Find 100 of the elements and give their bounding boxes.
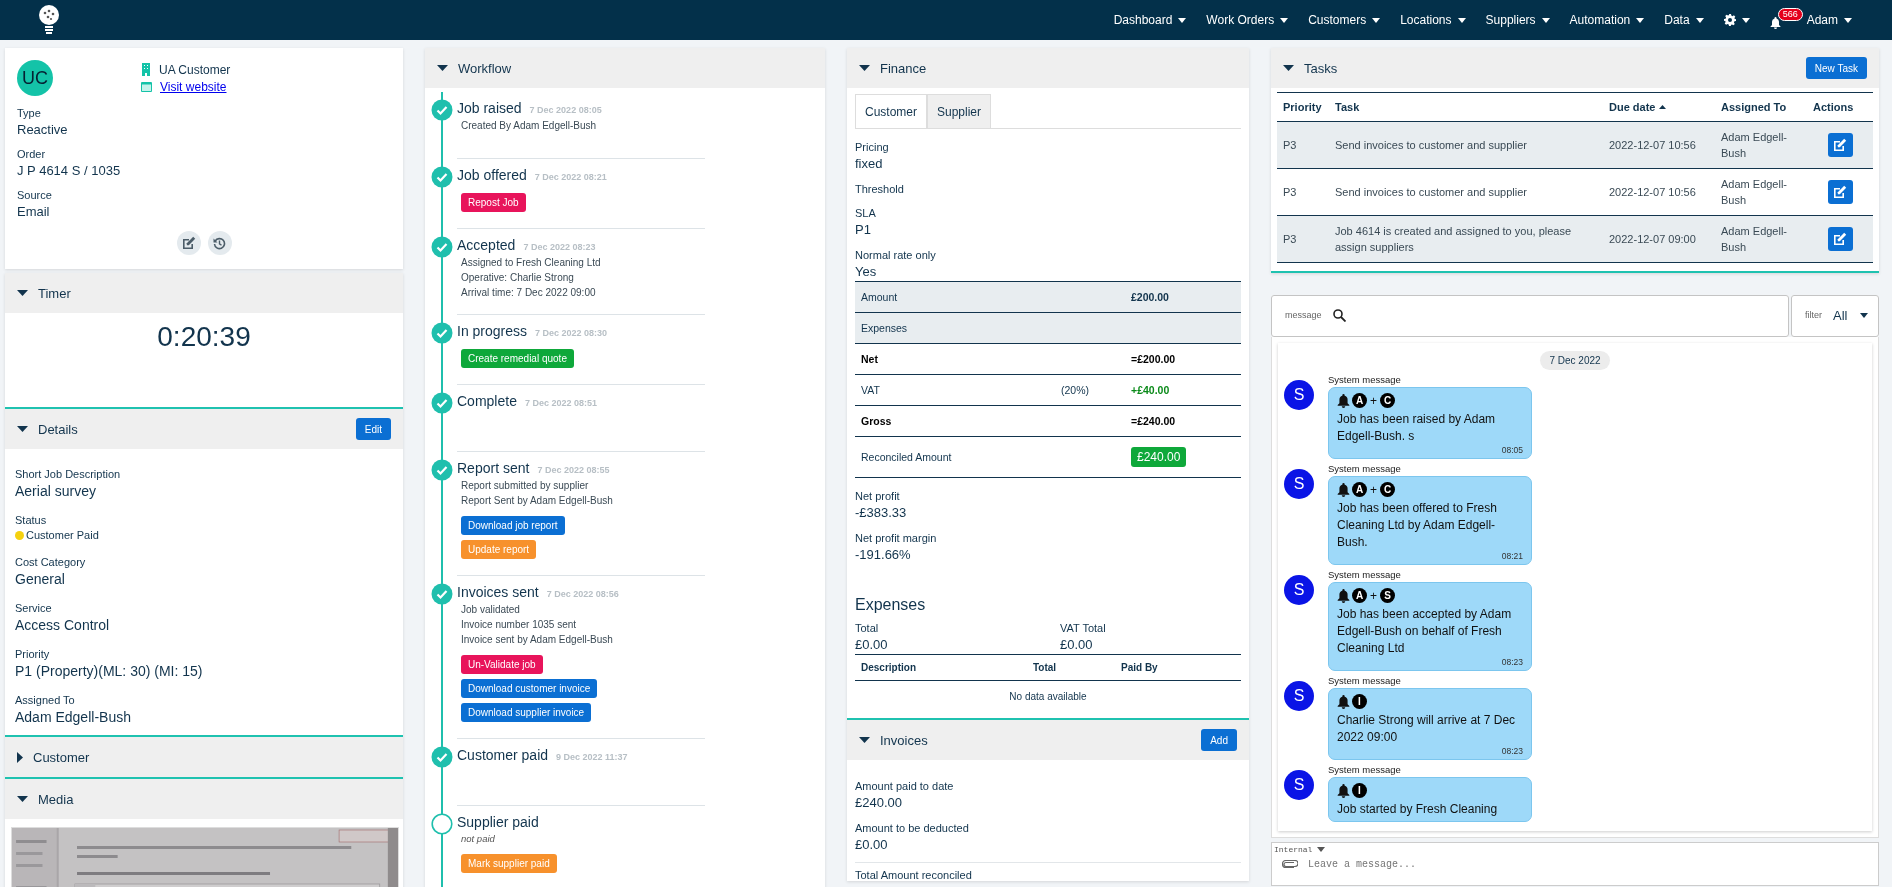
caret-down-icon [1844, 17, 1852, 23]
add-button[interactable]: Add [1201, 729, 1237, 751]
finance-tab[interactable]: Customer [855, 94, 927, 128]
section-header[interactable]: Invoices Add [847, 718, 1249, 760]
nav-menu[interactable]: Dashboard [1113, 9, 1187, 31]
message-composer[interactable]: Internal Leave a message... [1271, 842, 1879, 886]
field-label: Net profit margin [855, 532, 938, 544]
step-action-button[interactable]: Un-Validate job [461, 655, 543, 674]
field-label: Threshold [855, 183, 905, 195]
edit-button[interactable] [1827, 180, 1853, 204]
edit-icon [1833, 232, 1847, 246]
section-header[interactable]: Finance [847, 48, 1249, 88]
field-label: Cost Category [15, 556, 87, 568]
column-header[interactable]: Priority [1277, 92, 1329, 122]
circled-letter: I [1352, 694, 1367, 709]
amount-value: £200.00 [1131, 291, 1170, 303]
step-detail: Report submitted by supplier [461, 480, 590, 491]
edit-button[interactable]: Edit [355, 418, 391, 440]
caret-down-icon [1317, 847, 1326, 852]
edit-button[interactable] [176, 231, 201, 255]
row-label: Reconciled Amount [861, 451, 953, 463]
amount-value: =£240.00 [1131, 415, 1177, 427]
edit-button[interactable] [1827, 133, 1853, 157]
sender-avatar: S [1284, 575, 1314, 605]
bell-icon [1337, 588, 1350, 603]
step-action-button[interactable]: Download supplier invoice [461, 703, 592, 722]
nav-menu[interactable]: Data [1664, 9, 1704, 31]
nav-menu[interactable]: Customers [1308, 9, 1381, 31]
nav-menu[interactable]: Suppliers [1485, 9, 1550, 31]
circled-letter: A [1352, 482, 1367, 497]
table-cell: 2022-12-07 10:56 [1603, 168, 1715, 216]
caret-down-icon[interactable] [17, 426, 28, 432]
field-value: Email [17, 204, 51, 219]
caret-down-icon[interactable] [859, 737, 870, 743]
nav-menu[interactable]: Automation [1569, 9, 1645, 31]
section-header[interactable]: Media [5, 777, 403, 819]
new-task-button[interactable]: New Task [1805, 57, 1867, 79]
column-header[interactable]: Task [1329, 92, 1603, 122]
section-header[interactable]: Tasks New Task [1271, 48, 1879, 88]
table-cell: 2022-12-07 10:56 [1603, 121, 1715, 169]
caret-down-icon[interactable] [859, 65, 870, 71]
caret-down-icon[interactable] [17, 290, 28, 296]
history-button[interactable] [207, 231, 232, 255]
field-label: Order [17, 148, 47, 160]
channel-dropdown[interactable]: Internal [1272, 843, 1328, 856]
caret-down-icon[interactable] [437, 65, 448, 71]
field-label: VAT Total [1060, 622, 1107, 634]
message-time: 08:23 [1500, 746, 1523, 756]
column-header[interactable]: Assigned To [1715, 92, 1807, 122]
notifications-button[interactable]: 566 [1769, 8, 1803, 32]
bell-icon [1769, 17, 1781, 29]
column-header[interactable]: Actions [1807, 92, 1873, 122]
field-value: fixed [855, 156, 884, 171]
nav-menu[interactable]: Work Orders [1206, 9, 1289, 31]
nav-menu[interactable]: Adam [1806, 9, 1852, 31]
sender-avatar: S [1284, 469, 1314, 499]
step-date: 7 Dec 2022 08:30 [535, 328, 608, 338]
caret-down-icon [1457, 17, 1466, 23]
field-label: Normal rate only [855, 249, 937, 261]
bell-icon [1337, 482, 1350, 497]
field-value: £240.00 [855, 795, 903, 810]
sender-name: System message [1328, 675, 1402, 686]
caret-down-icon [1860, 312, 1868, 318]
message-time: 08:23 [1500, 657, 1523, 667]
finance-tab[interactable]: Supplier [927, 94, 992, 128]
filter-select[interactable]: filter All [1791, 295, 1879, 337]
field-label: Amount to be deducted [855, 822, 970, 834]
section-header[interactable]: Customer [5, 735, 403, 777]
column-header: Total [1033, 662, 1058, 673]
field-label: Priority [15, 648, 51, 660]
caret-right-icon[interactable] [17, 751, 23, 763]
message-text: Job has been offered to Fresh Cleaning Ltd by Adam Edgell-Bush. [1337, 500, 1498, 551]
step-title: Job offered [457, 167, 527, 183]
section-title: Media [38, 791, 74, 807]
caret-down-icon[interactable] [17, 796, 28, 802]
sender-name: System message [1328, 463, 1402, 474]
section-title: Customer [33, 749, 90, 765]
section-header[interactable]: Workflow [425, 48, 825, 88]
website-link[interactable]: Visit website [160, 79, 227, 94]
row-label: VAT [861, 384, 881, 396]
column-header[interactable]: Due date [1603, 92, 1715, 122]
step-date: 9 Dec 2022 11:37 [556, 752, 628, 762]
field-label: Source [17, 189, 53, 201]
step-action-button[interactable]: Repost Job [461, 193, 526, 212]
sender-avatar: S [1284, 681, 1314, 711]
nav-menu[interactable]: Locations [1400, 9, 1466, 31]
field-value: J P 4614 S / 1035 [17, 163, 122, 178]
step-title: Supplier paid [457, 814, 539, 830]
step-action-button[interactable]: Download job report [461, 516, 565, 535]
caret-down-icon [1372, 17, 1381, 23]
edit-icon [181, 236, 196, 250]
section-header[interactable]: Details Edit [5, 407, 403, 449]
step-detail: Report Sent by Adam Edgell-Bush [461, 495, 614, 506]
edit-button[interactable] [1827, 227, 1853, 251]
section-header[interactable]: Timer [5, 273, 403, 313]
field-label: Total Amount reconciled [855, 869, 973, 881]
caret-down-icon[interactable] [1283, 65, 1294, 71]
lightbulb-logo[interactable] [38, 5, 60, 35]
step-action-button[interactable]: Download customer invoice [461, 679, 598, 698]
message-search-field[interactable]: message [1271, 295, 1789, 337]
